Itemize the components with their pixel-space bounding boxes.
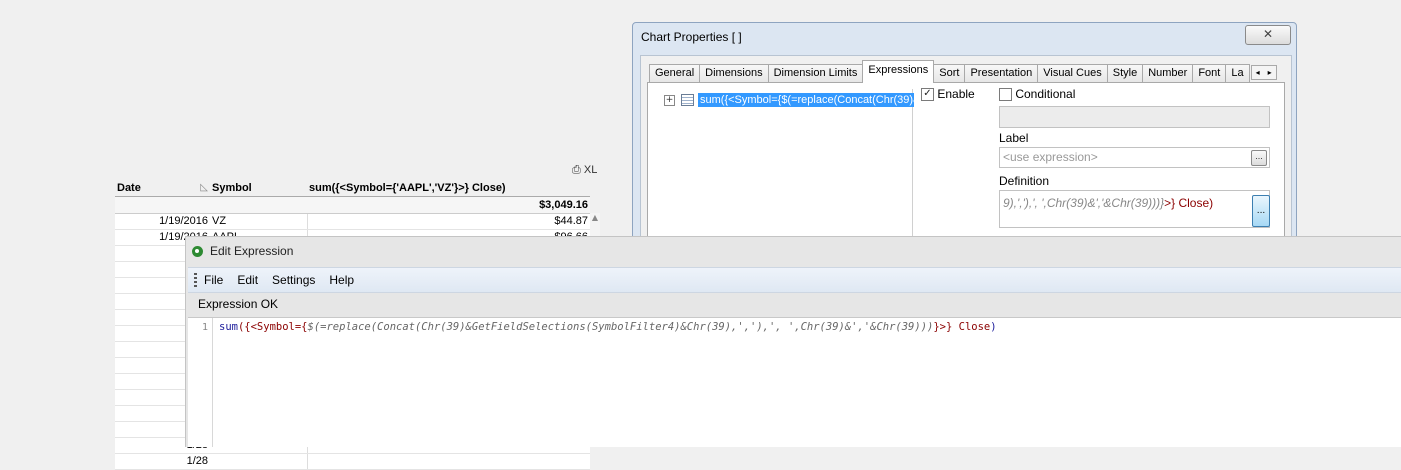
tab-expressions[interactable]: Expressions	[862, 60, 935, 83]
enable-label: Enable	[937, 87, 975, 101]
sort-indicator-icon: ◺	[200, 182, 208, 193]
tab-la[interactable]: La	[1225, 64, 1250, 83]
qlikview-icon	[192, 245, 203, 257]
code-paren: )	[990, 321, 997, 333]
conditional-label: Conditional	[1015, 87, 1076, 101]
menu-file[interactable]: File	[204, 273, 223, 287]
expression-editor[interactable]: 1 sum({<Symbol={$(=replace(Concat(Chr(39…	[188, 317, 1401, 447]
label-input[interactable]: <use expression> ...	[999, 147, 1270, 168]
code-field: Close	[952, 321, 991, 333]
line-number: 1	[202, 322, 209, 333]
tab-scroll-right-icon[interactable]: ▸	[1268, 68, 1272, 77]
code-set-open: ({<Symbol={	[237, 321, 308, 333]
tab-style[interactable]: Style	[1106, 64, 1144, 83]
close-button[interactable]: ✕	[1245, 25, 1291, 45]
code-function: sum	[219, 321, 238, 333]
expand-icon[interactable]: +	[664, 94, 675, 106]
table-row[interactable]: 1/28	[115, 454, 590, 470]
export-excel-label: XL	[583, 164, 598, 176]
tab-strip: General Dimensions Dimension Limits Express…	[649, 60, 1277, 83]
tab-font[interactable]: Font	[1192, 64, 1227, 83]
cell-symbol: VZ	[212, 215, 227, 227]
table-row[interactable]: 1/19/2016 VZ $44.87	[115, 214, 590, 230]
checkbox-box[interactable]	[999, 88, 1012, 102]
export-excel-icon[interactable]: ⎙ XL	[572, 164, 597, 177]
enable-checkbox[interactable]: ✓ Enable	[921, 87, 975, 102]
conditional-checkbox[interactable]: Conditional	[999, 87, 1076, 102]
expression-status: Expression OK	[198, 297, 279, 311]
total-row: $3,049.16	[115, 197, 590, 214]
expression-tree-item[interactable]: + sum({<Symbol={$(=replace(Concat(Chr(39…	[664, 93, 914, 107]
table-icon	[681, 94, 694, 106]
table-header: Date ◺ Symbol sum({<Symbol={'AAPL','VZ'}>…	[115, 180, 590, 197]
cell-close: $44.87	[307, 214, 590, 229]
tab-dimension-limits[interactable]: Dimension Limits	[767, 64, 864, 83]
tab-scroll-left-icon[interactable]: ◂	[1256, 68, 1260, 77]
line-gutter: 1	[188, 318, 213, 447]
tab-presentation[interactable]: Presentation	[964, 64, 1039, 83]
tab-number[interactable]: Number	[1142, 64, 1194, 83]
label-placeholder: <use expression>	[1003, 150, 1098, 164]
expression-item-label[interactable]: sum({<Symbol={$(=replace(Concat(Chr(39)&	[698, 93, 914, 107]
menu-settings[interactable]: Settings	[272, 273, 315, 287]
tab-general[interactable]: General	[649, 64, 701, 83]
code-set-close: }>}	[933, 321, 953, 333]
definition-text-dollar: 9),','),', ',Chr(39)&','&Chr(39)))}	[1003, 196, 1165, 210]
label-heading: Label	[999, 131, 1029, 145]
menu-edit[interactable]: Edit	[237, 273, 258, 287]
toolbar-grip-icon[interactable]	[194, 273, 197, 287]
tab-dimensions[interactable]: Dimensions	[699, 64, 769, 83]
definition-edit-button[interactable]: ...	[1252, 195, 1270, 227]
definition-text-field: >} Close)	[1164, 196, 1214, 210]
tab-scroll-buttons[interactable]: ◂ ▸	[1250, 65, 1277, 80]
column-header-symbol[interactable]: Symbol	[210, 180, 307, 196]
tab-sort[interactable]: Sort	[933, 64, 966, 83]
checkmark-icon[interactable]: ✓	[921, 88, 934, 102]
cell-symbol	[210, 454, 307, 469]
label-edit-button[interactable]: ...	[1251, 150, 1267, 166]
cell-close	[307, 454, 590, 469]
cell-date: 1/19/2016	[159, 215, 208, 227]
menu-help[interactable]: Help	[329, 273, 354, 287]
tab-visual-cues[interactable]: Visual Cues	[1037, 64, 1108, 83]
total-value: $3,049.16	[539, 199, 588, 211]
window-title: Edit Expression	[192, 244, 293, 258]
dialog-title: Chart Properties [ ]	[641, 30, 742, 44]
definition-input[interactable]: 9),','),', ',Chr(39)&','&Chr(39)))}>} Cl…	[999, 190, 1270, 228]
code-dollar-expansion: $(=replace(Concat(Chr(39)&GetFieldSelect…	[307, 321, 934, 333]
conditional-field	[999, 106, 1270, 128]
expression-code[interactable]: sum({<Symbol={$(=replace(Concat(Chr(39)&…	[219, 321, 997, 333]
scroll-up-icon[interactable]: ▲	[590, 213, 600, 222]
menu-bar: File Edit Settings Help	[188, 267, 1401, 293]
cell-date: 1/28	[186, 455, 208, 467]
column-header-label: Date	[117, 182, 141, 194]
edit-expression-window: Edit Expression File Edit Settings Help …	[185, 236, 1401, 447]
total-cell-empty	[115, 197, 210, 213]
column-header-expression[interactable]: sum({<Symbol={'AAPL','VZ'}>} Close)	[307, 180, 590, 196]
column-header-date[interactable]: Date ◺	[115, 180, 210, 196]
window-title-text: Edit Expression	[210, 244, 294, 258]
total-cell-empty	[210, 197, 307, 213]
close-icon: ✕	[1262, 27, 1274, 41]
definition-heading: Definition	[999, 174, 1050, 188]
